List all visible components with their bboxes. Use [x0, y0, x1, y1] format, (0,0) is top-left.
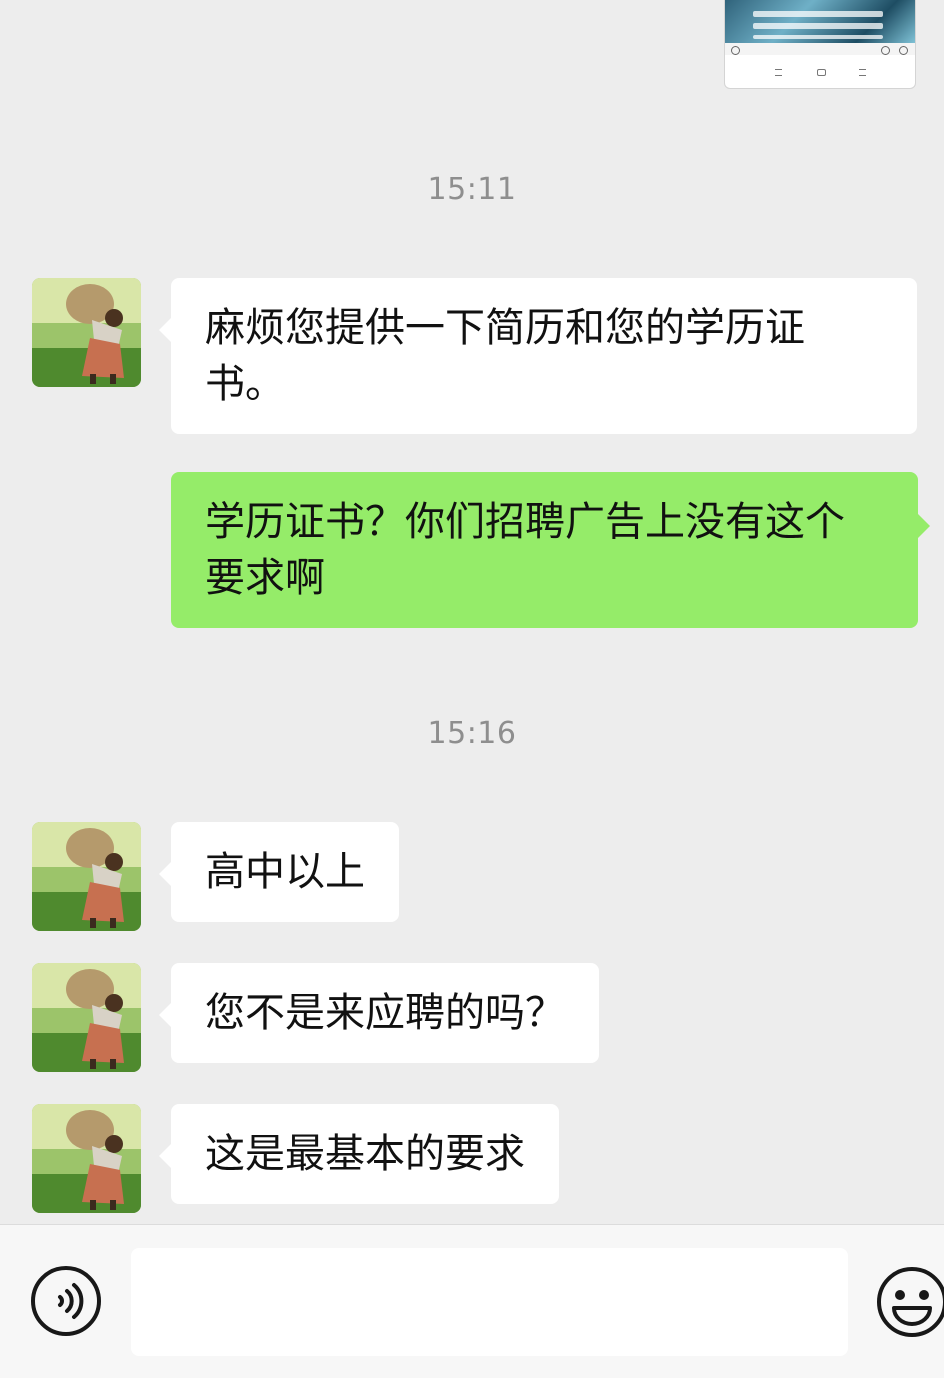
emoji-icon[interactable] — [876, 1266, 944, 1338]
thumbnail-emoji-icon — [881, 46, 890, 55]
message-text: 这是最基本的要求 — [205, 1131, 525, 1177]
sent-image-thumbnail[interactable] — [724, 0, 916, 89]
contact-avatar[interactable] — [32, 278, 141, 387]
voice-icon[interactable] — [30, 1265, 102, 1337]
thumbnail-menu-icon — [775, 69, 782, 76]
contact-avatar[interactable] — [32, 1104, 141, 1213]
thumbnail-image-content — [725, 0, 915, 43]
thumbnail-home-icon — [817, 69, 826, 76]
received-message[interactable]: 这是最基本的要求 — [159, 1104, 559, 1204]
message-text: 您不是来应聘的吗？ — [205, 990, 565, 1036]
thumbnail-back-icon — [859, 69, 866, 76]
message-input[interactable] — [131, 1248, 848, 1356]
timestamp: 15:16 — [427, 716, 517, 751]
sent-message[interactable]: 学历证书？你们招聘广告上没有这个要求啊 — [171, 472, 930, 628]
thumbnail-plus-icon — [899, 46, 908, 55]
received-message[interactable]: 高中以上 — [159, 822, 399, 922]
contact-avatar[interactable] — [32, 822, 141, 931]
message-input-bar — [0, 1224, 944, 1378]
message-text: 学历证书？你们招聘广告上没有这个要求啊 — [205, 499, 845, 601]
message-text: 麻烦您提供一下简历和您的学历证书。 — [205, 305, 805, 407]
timestamp: 15:11 — [427, 172, 517, 207]
thumbnail-voice-icon — [731, 46, 740, 55]
message-text: 高中以上 — [205, 849, 365, 895]
received-message[interactable]: 麻烦您提供一下简历和您的学历证书。 — [159, 278, 917, 434]
chat-area[interactable]: 15:11 麻烦您提供一下简历和您的学历证书。 学历证书？你们招聘广告上没有这个… — [0, 0, 944, 1224]
received-message[interactable]: 您不是来应聘的吗？ — [159, 963, 599, 1063]
contact-avatar[interactable] — [32, 963, 141, 1072]
